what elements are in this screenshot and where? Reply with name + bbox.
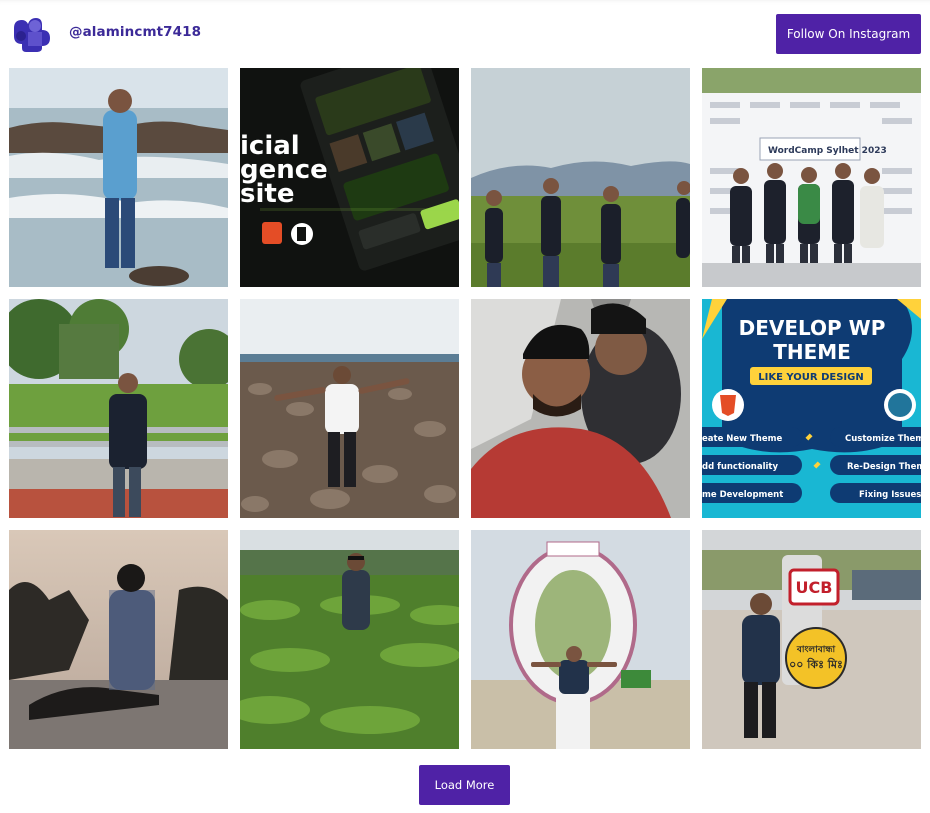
post-image (9, 68, 228, 287)
banner-item-4: Re-Design Them (847, 462, 921, 472)
post-grid: icial gence site WordCamp Sylhet 2023 DE… (9, 68, 921, 749)
post-image (471, 68, 690, 287)
html5-icon (262, 222, 282, 244)
post-image: WordCamp Sylhet 2023 (702, 68, 921, 287)
banner-title-line-2: THEME (773, 340, 851, 364)
post-tile[interactable] (9, 530, 228, 749)
banner-subtitle: LIKE YOUR DESIGN (758, 372, 863, 383)
post-tile[interactable] (471, 530, 690, 749)
post-image (471, 530, 690, 749)
puzzle-logo-icon (14, 18, 50, 52)
milestone-place-text: বাংলাবান্ধা (796, 645, 836, 655)
ucb-sign-text: UCB (796, 578, 833, 597)
post-tile[interactable] (9, 68, 228, 287)
post-image: DEVELOP WP THEME LIKE YOUR DESIGN eate N… (702, 299, 921, 518)
banner-title-line-1: DEVELOP WP (739, 316, 886, 340)
post-tile[interactable] (471, 299, 690, 518)
instagram-feed-widget: @alamincmt7418 Follow On Instagram icial… (0, 0, 930, 813)
follow-on-instagram-button[interactable]: Follow On Instagram (776, 14, 921, 54)
post-image (9, 530, 228, 749)
account-handle-link[interactable]: @alamincmt7418 (69, 24, 201, 40)
banner-item-6: Fixing Issues (859, 490, 921, 500)
post-image: icial gence site (240, 68, 459, 287)
post-tile[interactable] (471, 68, 690, 287)
banner-item-3: dd functionality (702, 462, 778, 472)
post-tile[interactable]: icial gence site (240, 68, 459, 287)
post-tile[interactable] (240, 299, 459, 518)
post-tile[interactable]: DEVELOP WP THEME LIKE YOUR DESIGN eate N… (702, 299, 921, 518)
post-image (9, 299, 228, 518)
post-tile[interactable] (240, 530, 459, 749)
post-tile[interactable]: WordCamp Sylhet 2023 (702, 68, 921, 287)
post-image: UCB বাংলাবান্ধা ০০ কিঃ মিঃ (702, 530, 921, 749)
wordcamp-banner-text: WordCamp Sylhet 2023 (768, 146, 887, 156)
mockup-text-line-3: site (240, 179, 294, 209)
load-more-button[interactable]: Load More (419, 765, 510, 805)
feed-header: @alamincmt7418 Follow On Instagram (0, 0, 930, 68)
post-tile[interactable]: UCB বাংলাবান্ধা ০০ কিঃ মিঃ (702, 530, 921, 749)
banner-item-1: eate New Theme (702, 434, 782, 444)
post-tile[interactable] (9, 299, 228, 518)
post-image (240, 299, 459, 518)
banner-item-2: Customize Them (845, 434, 921, 444)
post-image (471, 299, 690, 518)
milestone-distance-text: ০০ কিঃ মিঃ (789, 657, 843, 671)
banner-item-5: me Development (702, 490, 783, 500)
post-image (240, 530, 459, 749)
